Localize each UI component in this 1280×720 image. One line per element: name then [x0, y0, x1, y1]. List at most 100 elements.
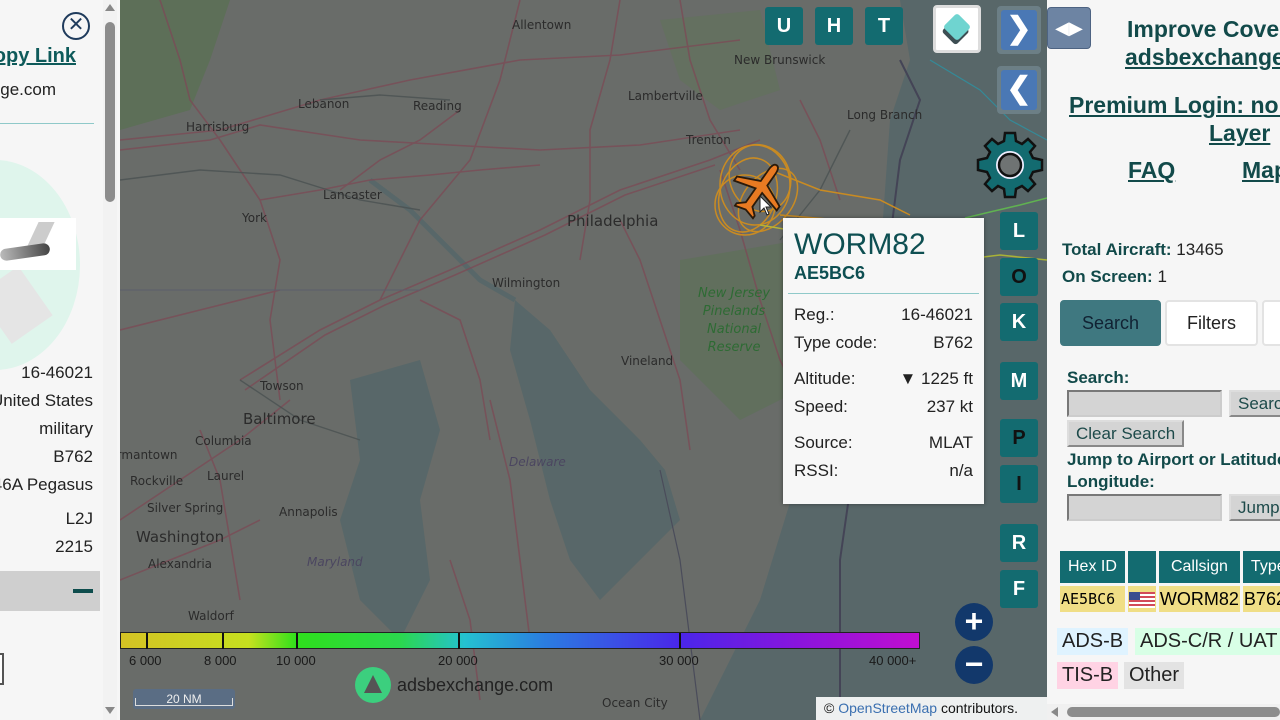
clear-search-button[interactable]: Clear Search: [1067, 420, 1185, 447]
tab-filters[interactable]: Filters: [1165, 300, 1259, 346]
map-button-p[interactable]: P: [1000, 419, 1038, 457]
aircraft-table: Hex ID Callsign Type AE5BC6 WORM82 B762: [1057, 548, 1280, 615]
popup-row-source: Source: MLAT: [794, 432, 973, 460]
copy-link[interactable]: Copy Link: [0, 45, 76, 68]
divider: [0, 123, 94, 124]
left-right-arrows-icon: ◀▶: [1055, 18, 1083, 38]
legend-label-30000: 30 000: [659, 653, 699, 668]
jump-input[interactable]: [1067, 494, 1222, 521]
horizontal-scrollbar[interactable]: [1047, 704, 1280, 720]
type-code-value: B762: [53, 447, 93, 466]
previous-aircraft-button[interactable]: ❮: [997, 66, 1041, 114]
map-label-laurel: Laurel: [207, 469, 245, 483]
column-flag[interactable]: [1127, 551, 1156, 583]
gear-icon[interactable]: [975, 130, 1045, 200]
map-button-r[interactable]: R: [1000, 524, 1038, 562]
legend-tick: [146, 633, 148, 649]
aircraft-stats: Total Aircraft: 13465 On Screen: 1: [1062, 236, 1224, 290]
map-button-u[interactable]: U: [765, 7, 803, 45]
on-screen: On Screen: 1: [1062, 263, 1224, 290]
on-screen-value: 1: [1157, 267, 1167, 286]
map-button-f[interactable]: F: [1000, 570, 1038, 608]
map-button-i[interactable]: I: [1000, 465, 1038, 503]
aircraft-info-popup[interactable]: WORM82 AE5BC6 Reg.: 16-46021 Type code: …: [783, 218, 984, 504]
map-label-long-branch: Long Branch: [847, 108, 923, 122]
type-desc-value: L2J: [65, 509, 93, 528]
zoom-in-button[interactable]: +: [955, 603, 993, 641]
tab-search[interactable]: Search: [1060, 300, 1162, 346]
country-value: United States: [0, 391, 93, 410]
close-icon[interactable]: ✕: [62, 12, 90, 40]
faq-link[interactable]: FAQ: [1128, 157, 1175, 184]
map-button-o[interactable]: O: [1000, 258, 1038, 296]
legend-label-20000: 20 000: [438, 653, 478, 668]
photo-fuselage: [0, 242, 51, 262]
popup-type-label: Type code:: [794, 333, 878, 352]
aircraft-details-panel: ✕ Copy Link adsbexchange.com 16-46021 Un…: [0, 0, 120, 720]
map-label-wilmington: Wilmington: [492, 276, 561, 290]
popup-speed-value: 237 kt: [926, 397, 973, 416]
adsbexchange-link[interactable]: adsbexchange.com: [1125, 44, 1280, 71]
search-button[interactable]: Search: [1229, 390, 1280, 417]
map-label-rockville: Rockville: [130, 474, 184, 488]
aircraft-photo[interactable]: [0, 218, 76, 270]
column-hex-id[interactable]: Hex ID: [1060, 551, 1125, 583]
toggle-sidebar-button[interactable]: ◀▶: [1047, 7, 1091, 49]
premium-login-link[interactable]: Premium Login: no ads +: [1069, 92, 1280, 119]
popup-source-value: MLAT: [928, 433, 973, 452]
map-button-h[interactable]: H: [815, 7, 853, 45]
legend-label-10000: 10 000: [276, 653, 316, 668]
minus-icon[interactable]: [73, 589, 93, 593]
next-aircraft-button[interactable]: ❯: [997, 6, 1041, 54]
search-input[interactable]: [1067, 390, 1222, 417]
map-label-nj-pinelands: New Jersey Pinelands National Reserve: [698, 286, 771, 355]
map-label-delaware: Delaware: [509, 455, 566, 469]
map-label-york: York: [242, 211, 267, 225]
mouse-cursor-icon: [759, 195, 773, 216]
layers-button[interactable]: [933, 5, 981, 53]
improve-coverage-heading: Improve Coverage: [1127, 16, 1280, 42]
chevron-right-icon: ❯: [1001, 10, 1037, 50]
attribution-copyright: ©: [824, 700, 835, 716]
popup-row-reg: Reg.: 16-46021: [794, 304, 973, 332]
map-button-m[interactable]: M: [1000, 362, 1038, 400]
scroll-up-icon[interactable]: [105, 4, 115, 11]
row-hex-id: AE5BC6: [1060, 586, 1125, 612]
collapsible-section-header[interactable]: [0, 571, 100, 611]
scroll-left-icon[interactable]: [1051, 707, 1058, 717]
premium-login-link-layer[interactable]: Layer: [1209, 120, 1270, 147]
map-label-silver-spring: Silver Spring: [147, 501, 224, 515]
map-label-new-brunswick: New Brunswick: [734, 53, 826, 67]
horizontal-scroll-thumb[interactable]: [1067, 707, 1280, 717]
table-row[interactable]: AE5BC6 WORM82 B762: [1060, 586, 1280, 612]
left-panel-scrollbar[interactable]: [103, 0, 117, 720]
map-button-t[interactable]: T: [865, 7, 903, 45]
map-button-l[interactable]: L: [1000, 212, 1038, 250]
scroll-down-icon[interactable]: [105, 707, 115, 714]
popup-hex-id: AE5BC6: [794, 263, 866, 283]
checkbox[interactable]: [0, 653, 4, 685]
squawk-value: 2215: [55, 537, 93, 556]
attribution-suffix: contributors.: [940, 700, 1018, 716]
search-label: Search:: [1067, 368, 1130, 387]
column-callsign[interactable]: Callsign: [1158, 551, 1240, 583]
column-type[interactable]: Type: [1242, 551, 1280, 583]
map-label-washington: Washington: [136, 528, 225, 546]
map-link[interactable]: Map: [1242, 157, 1280, 184]
legend-tick: [296, 633, 298, 649]
zoom-out-button[interactable]: −: [955, 646, 993, 684]
map-view[interactable]: Allentown New Brunswick Lebanon Reading …: [120, 0, 1047, 720]
scroll-thumb[interactable]: [105, 22, 115, 202]
openstreetmap-link[interactable]: OpenStreetMap: [838, 700, 937, 716]
map-button-k[interactable]: K: [1000, 303, 1038, 341]
legend-chip-tisb: TIS-B: [1057, 662, 1119, 689]
popup-speed-label: Speed:: [794, 397, 848, 416]
legend-label-40000-plus: 40 000+: [869, 653, 917, 668]
legend-label-6000: 6 000: [129, 653, 162, 668]
jump-button[interactable]: Jump: [1229, 494, 1280, 521]
map-label-alexandria: Alexandria: [148, 557, 213, 571]
tab-columns[interactable]: Columns: [1262, 300, 1280, 346]
category-value: military: [39, 419, 93, 438]
sidebar-tabs: Search Filters Columns: [1060, 300, 1280, 346]
map-label-reading: Reading: [413, 99, 462, 113]
